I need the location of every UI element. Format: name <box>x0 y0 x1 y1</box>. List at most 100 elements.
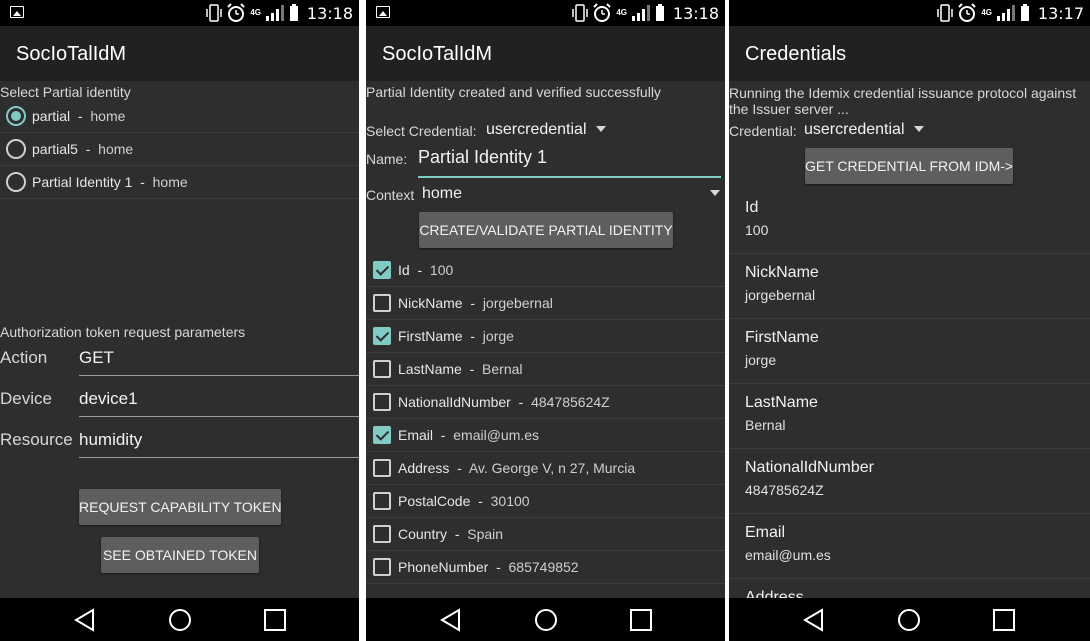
credential-field-value: 484785624Z <box>745 482 824 498</box>
credential-spinner[interactable]: usercredential <box>486 121 587 139</box>
attribute-value: Bernal <box>482 361 523 377</box>
battery-icon <box>656 4 664 21</box>
checkbox[interactable] <box>373 525 391 543</box>
separator: - <box>85 141 91 157</box>
context-spinner[interactable]: home <box>422 185 462 203</box>
checkbox-checked[interactable] <box>373 261 391 279</box>
phone-vibrate-icon <box>572 4 589 22</box>
signal-icon <box>997 5 1015 21</box>
recents-icon[interactable] <box>991 607 1017 633</box>
identity-name: Partial Identity 1 <box>32 174 133 190</box>
get-credential-button[interactable]: GET CREDENTIAL FROM IDM-> <box>805 148 1013 184</box>
credential-field-name: FirstName <box>745 329 819 346</box>
screen-credentials: 4G 13:17 Credentials Running the Idemix … <box>729 0 1090 641</box>
create-validate-partial-identity-button[interactable]: CREATE/VALIDATE PARTIAL IDENTITY <box>419 212 673 248</box>
attribute-value: jorge <box>482 328 514 344</box>
credential-field-value: email@um.es <box>745 547 831 563</box>
separator: - <box>140 174 145 190</box>
separator: - <box>470 295 476 311</box>
identity-option-partial5[interactable]: partial5 - home <box>0 133 359 166</box>
home-icon[interactable] <box>896 607 922 633</box>
resource-label: Resource <box>0 430 73 449</box>
home-icon[interactable] <box>167 607 193 633</box>
checkbox-checked[interactable] <box>373 426 391 444</box>
separator: - <box>457 460 462 476</box>
back-icon[interactable] <box>801 607 827 633</box>
status-bar: 4G 13:18 <box>0 0 359 26</box>
action-label: Action <box>0 348 48 367</box>
auth-params-label: Authorization token request parameters <box>0 324 246 340</box>
identity-option-partial[interactable]: partial - home <box>0 100 359 133</box>
signal-icon <box>632 5 650 21</box>
credential-spinner[interactable]: usercredential <box>804 121 905 139</box>
action-input[interactable]: GET <box>79 348 114 368</box>
resource-input[interactable]: humidity <box>79 430 142 450</box>
checkbox[interactable] <box>373 360 391 378</box>
identity-context: home <box>98 141 134 157</box>
checkbox[interactable] <box>373 294 391 312</box>
attribute-value: Av. George V, n 27, Murcia <box>468 460 636 476</box>
screen-partial-identity-select: 4G 13:18 SocIoTalIdM Select Partial iden… <box>0 0 359 641</box>
identity-option-partial-identity-1[interactable]: Partial Identity 1 - home <box>0 166 359 199</box>
screen-create-partial-identity: 4G 13:18 SocIoTalIdM Partial Identity cr… <box>366 0 725 641</box>
action-underline <box>79 375 359 376</box>
radio-button-selected[interactable] <box>6 106 26 126</box>
network-4g-icon: 4G <box>981 8 992 17</box>
checkbox[interactable] <box>373 459 391 477</box>
device-input[interactable]: device1 <box>79 389 138 409</box>
attribute-row[interactable]: NationalIdNumber - 484785624Z <box>366 386 725 419</box>
attribute-row[interactable]: Country - Spain <box>366 518 725 551</box>
network-4g-icon: 4G <box>250 8 261 17</box>
status-time: 13:18 <box>672 4 719 23</box>
radio-button[interactable] <box>6 139 26 159</box>
action-bar: Credentials <box>729 26 1090 81</box>
identity-context: home <box>152 174 188 190</box>
status-time: 13:17 <box>1037 4 1084 23</box>
attribute-row[interactable]: Email - email@um.es <box>366 419 725 452</box>
name-input[interactable]: Partial Identity 1 <box>418 147 547 168</box>
request-capability-token-button[interactable]: REQUEST CAPABILITY TOKEN <box>79 489 282 525</box>
attribute-row[interactable]: NickName - jorgebernal <box>366 287 725 320</box>
attribute-row[interactable]: PostalCode - 30100 <box>366 485 725 518</box>
checkbox[interactable] <box>373 393 391 411</box>
recents-icon[interactable] <box>628 607 654 633</box>
recents-icon[interactable] <box>262 607 288 633</box>
attribute-row[interactable]: Address - Av. George V, n 27, Murcia <box>366 452 725 485</box>
credential-field-name: LastName <box>745 394 818 411</box>
attribute-name: Email <box>398 427 434 443</box>
attribute-name: Id <box>398 262 410 278</box>
dropdown-arrow-icon[interactable] <box>914 126 924 132</box>
dropdown-arrow-icon[interactable] <box>596 126 606 132</box>
home-icon[interactable] <box>533 607 559 633</box>
device-underline <box>79 416 359 417</box>
status-bar: 4G 13:18 <box>366 0 725 26</box>
attribute-row[interactable]: PhoneNumber - 685749852 <box>366 551 725 584</box>
separator: - <box>518 394 524 410</box>
see-obtained-token-button[interactable]: SEE OBTAINED TOKEN <box>101 537 259 573</box>
attribute-name: FirstName <box>398 328 463 344</box>
attribute-row[interactable]: LastName - Bernal <box>366 353 725 386</box>
action-bar: SocIoTalIdM <box>366 26 725 81</box>
status-time: 13:18 <box>306 4 353 23</box>
attribute-value: 100 <box>429 262 454 278</box>
phone-vibrate-icon <box>937 4 954 22</box>
attribute-value: 30100 <box>490 493 530 509</box>
checkbox[interactable] <box>373 558 391 576</box>
separator: - <box>440 427 446 443</box>
image-icon <box>10 6 24 18</box>
credential-field: FirstName jorge <box>729 319 1090 384</box>
attribute-row[interactable]: FirstName - jorge <box>366 320 725 353</box>
status-icons: 4G <box>572 3 665 23</box>
signal-icon <box>266 5 284 21</box>
navigation-bar <box>366 598 725 641</box>
back-icon[interactable] <box>438 607 464 633</box>
attribute-value: jorgebernal <box>482 295 553 311</box>
dropdown-arrow-icon[interactable] <box>710 190 720 196</box>
checkbox[interactable] <box>373 492 391 510</box>
attribute-row[interactable]: Id - 100 <box>366 254 725 287</box>
attribute-value: Spain <box>467 526 504 542</box>
checkbox-checked[interactable] <box>373 327 391 345</box>
attribute-value: email@um.es <box>453 427 540 443</box>
back-icon[interactable] <box>72 607 98 633</box>
radio-button[interactable] <box>6 172 26 192</box>
